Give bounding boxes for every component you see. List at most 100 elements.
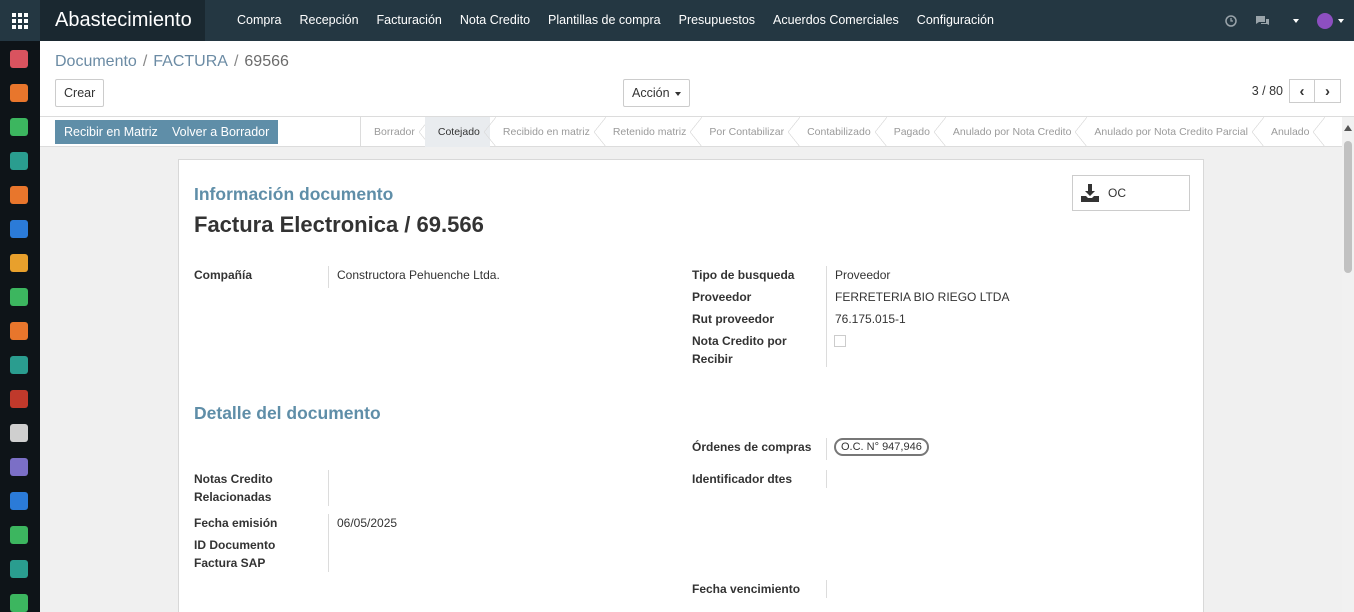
download-icon bbox=[1081, 184, 1099, 202]
menu-item-nota-credito[interactable]: Nota Credito bbox=[460, 0, 530, 41]
status-stage[interactable]: Pagado bbox=[881, 117, 947, 147]
field-divider bbox=[328, 266, 329, 288]
chevron-left-icon: ‹ bbox=[1299, 82, 1305, 100]
status-stage[interactable]: Anulado por Nota Credito Parcial bbox=[1081, 117, 1264, 147]
field-divider bbox=[328, 514, 329, 572]
quick-menu-caret-icon[interactable] bbox=[1293, 18, 1299, 23]
home-app-icon[interactable] bbox=[10, 220, 28, 238]
menu-item-configuracion[interactable]: Configuración bbox=[917, 0, 994, 41]
chevron-down-icon bbox=[674, 91, 681, 96]
section-detail-heading: Detalle del documento bbox=[194, 403, 381, 423]
section-info-heading: Información documento bbox=[194, 184, 394, 204]
menu-item-compra[interactable]: Compra bbox=[237, 0, 281, 41]
status-stage[interactable]: Cotejado bbox=[424, 117, 496, 147]
status-stage[interactable]: Anulado bbox=[1258, 117, 1325, 147]
activity-clock-icon[interactable] bbox=[1225, 14, 1237, 27]
table-app-icon[interactable] bbox=[10, 560, 28, 578]
menu-item-acuerdos[interactable]: Acuerdos Comerciales bbox=[773, 0, 899, 41]
messages-icon[interactable] bbox=[1255, 15, 1270, 27]
dte-label: Identificador dtes bbox=[692, 472, 793, 486]
nc-receive-label: Nota Credito por Recibir bbox=[692, 334, 787, 366]
menu-item-recepcion[interactable]: Recepción bbox=[299, 0, 358, 41]
user-caret-icon bbox=[1338, 18, 1344, 23]
oc-smart-button[interactable]: OC bbox=[1072, 175, 1190, 211]
invoice-app-icon[interactable] bbox=[10, 322, 28, 340]
apps-grid-icon bbox=[12, 12, 28, 29]
chat-app-icon[interactable] bbox=[10, 50, 28, 68]
status-stage[interactable]: Borrador bbox=[361, 117, 431, 147]
field-divider bbox=[328, 470, 329, 506]
action-label: Acción bbox=[632, 86, 670, 100]
company-label: Compañía bbox=[194, 268, 253, 282]
status-stage[interactable]: Recibido en matriz bbox=[490, 117, 606, 147]
breadcrumb: Documento / FACTURA/69566 bbox=[55, 53, 289, 70]
emission-label: Fecha emisión bbox=[194, 516, 278, 530]
document-title: Factura Electronica / 69.566 bbox=[194, 212, 484, 237]
wrench-app-icon[interactable] bbox=[10, 492, 28, 510]
nc-receive-checkbox[interactable] bbox=[834, 335, 846, 347]
clock-app-icon[interactable] bbox=[10, 594, 28, 612]
rut-label: Rut proveedor bbox=[692, 312, 775, 326]
menu-item-presupuestos[interactable]: Presupuestos bbox=[679, 0, 755, 41]
form-sheet: OC Información documento Factura Electro… bbox=[178, 159, 1204, 612]
vertical-scrollbar[interactable] bbox=[1342, 117, 1354, 612]
breadcrumb-current: 69566 bbox=[244, 53, 289, 70]
oc-button-label: OC bbox=[1108, 186, 1126, 200]
top-navbar: Abastecimiento Compra Recepción Facturac… bbox=[0, 0, 1354, 41]
supplier-label: Proveedor bbox=[692, 290, 752, 304]
form-statusbar: Recibir en Matriz Volver a Borrador Borr… bbox=[40, 117, 1342, 147]
documents-app-icon[interactable] bbox=[10, 254, 28, 272]
status-stage[interactable]: Por Contabilizar bbox=[696, 117, 800, 147]
pager-next-button[interactable]: › bbox=[1315, 79, 1341, 103]
pager-previous-button[interactable]: ‹ bbox=[1289, 79, 1315, 103]
sap-id-label: ID Documento Factura SAP bbox=[194, 538, 276, 570]
status-stage[interactable]: Retenido matriz bbox=[600, 117, 702, 147]
breadcrumb-documento[interactable]: Documento bbox=[55, 53, 137, 70]
contacts-app-icon[interactable] bbox=[10, 152, 28, 170]
emission-date-field[interactable]: 06/05/2025 bbox=[337, 514, 397, 532]
pager: 3 / 80 ‹ › bbox=[1252, 79, 1341, 103]
systray bbox=[1225, 0, 1344, 41]
avatar bbox=[1317, 12, 1333, 29]
back-to-draft-button[interactable]: Volver a Borrador bbox=[163, 120, 279, 144]
hammer-app-icon[interactable] bbox=[10, 424, 28, 442]
status-stage[interactable]: Anulado por Nota Credito bbox=[940, 117, 1087, 147]
search-type-label: Tipo de busqueda bbox=[692, 268, 795, 282]
user-menu[interactable] bbox=[1317, 12, 1344, 29]
purchase-order-tag[interactable]: O.C. N° 947,946 bbox=[834, 438, 929, 456]
clipboard-app-icon[interactable] bbox=[10, 526, 28, 544]
field-divider bbox=[826, 470, 827, 488]
action-dropdown[interactable]: Acción bbox=[623, 79, 690, 107]
field-divider bbox=[826, 580, 827, 598]
app-title[interactable]: Abastecimiento bbox=[40, 0, 205, 41]
cart-app-icon[interactable] bbox=[10, 390, 28, 408]
orders-label: Órdenes de compras bbox=[692, 440, 812, 454]
menu-item-facturacion[interactable]: Facturación bbox=[377, 0, 442, 41]
due-date-label: Fecha vencimiento bbox=[692, 582, 801, 596]
receive-matrix-button[interactable]: Recibir en Matriz bbox=[55, 120, 167, 144]
notes-app-icon[interactable] bbox=[10, 356, 28, 374]
apps-menu-button[interactable] bbox=[0, 0, 40, 41]
control-panel: Documento / FACTURA/69566 Crear Acción 3 /… bbox=[40, 41, 1354, 117]
breadcrumb-factura[interactable]: FACTURA bbox=[153, 53, 228, 70]
scrollbar-thumb[interactable] bbox=[1344, 141, 1352, 273]
field-divider bbox=[826, 438, 827, 460]
scroll-up-icon[interactable] bbox=[1344, 125, 1352, 131]
sms-app-icon[interactable] bbox=[10, 118, 28, 136]
left-app-bar bbox=[0, 41, 40, 612]
status-stages: Borrador Cotejado Recibido en matriz Reteni… bbox=[360, 117, 1325, 147]
chevron-right-icon: › bbox=[1325, 82, 1330, 100]
tools-app-icon[interactable] bbox=[10, 288, 28, 306]
create-button[interactable]: Crear bbox=[55, 79, 105, 107]
rut-field[interactable]: 76.175.015-1 bbox=[835, 310, 906, 328]
menu-item-plantillas[interactable]: Plantillas de compra bbox=[548, 0, 661, 41]
supplier-field[interactable]: FERRETERIA BIO RIEGO LTDA bbox=[835, 288, 1009, 306]
globe-app-icon[interactable] bbox=[10, 186, 28, 204]
status-stage[interactable]: Contabilizado bbox=[794, 117, 887, 147]
handshake-app-icon[interactable] bbox=[10, 84, 28, 102]
main-menu: Compra Recepción Facturación Nota Credit… bbox=[237, 0, 1012, 41]
search-type-field[interactable]: Proveedor bbox=[835, 266, 890, 284]
deal-app-icon[interactable] bbox=[10, 458, 28, 476]
pager-value[interactable]: 3 / 80 bbox=[1252, 84, 1283, 98]
company-field[interactable]: Constructora Pehuenche Ltda. bbox=[337, 266, 500, 284]
